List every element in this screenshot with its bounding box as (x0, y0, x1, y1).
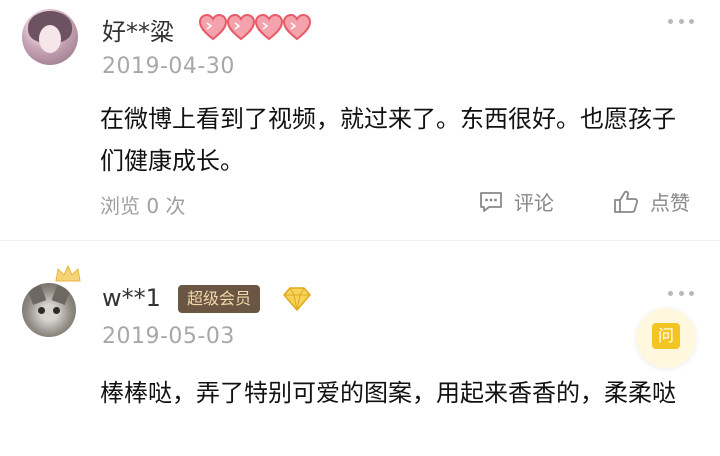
comment-icon (480, 191, 502, 212)
ask-icon: 问 (652, 323, 680, 349)
thumbs-up-icon (614, 190, 639, 213)
crown-icon (55, 264, 81, 282)
rating-hearts (198, 13, 312, 41)
like-button[interactable]: 点赞 (612, 187, 690, 216)
more-options-button[interactable] (668, 19, 694, 27)
comment-button[interactable]: 评论 (478, 187, 554, 216)
more-options-button[interactable] (668, 291, 694, 299)
heart-icon (198, 13, 228, 41)
avatar[interactable] (22, 9, 78, 65)
heart-icon (226, 13, 256, 41)
diamond-icon (283, 287, 311, 311)
avatar-eye (38, 307, 45, 314)
dot (678, 19, 684, 24)
comment-date: 2019-05-03 (102, 324, 235, 349)
avatar[interactable] (22, 283, 76, 337)
dot (668, 291, 673, 296)
avatar-ear (27, 285, 47, 305)
avatar-ear (51, 285, 71, 305)
dot (689, 19, 694, 24)
username: 好**粱 (102, 18, 174, 46)
heart-icon (282, 13, 312, 41)
comment-item: 好**粱 2019-04-30 在微博上看到了视频，就过来了。东西很好。也愿孩子… (0, 0, 720, 240)
like-button-label: 点赞 (650, 191, 690, 215)
username: w**1 (102, 284, 161, 312)
comment-date: 2019-04-30 (102, 54, 235, 79)
view-count: 浏览 0 次 (100, 194, 186, 218)
avatar-face (39, 25, 61, 53)
dot (689, 291, 694, 296)
vip-badge: 超级会员 (178, 285, 261, 313)
heart-icon (254, 13, 284, 41)
comment-button-label: 评论 (514, 191, 554, 215)
dot (668, 19, 673, 24)
comment-text: 棒棒哒，弄了特别可爱的图案，用起来香香的，柔柔哒 (100, 379, 676, 407)
avatar-eye (53, 307, 60, 314)
dot (678, 291, 684, 296)
comment-text: 在微博上看到了视频，就过来了。东西很好。也愿孩子们健康成长。 (100, 105, 676, 175)
ask-button[interactable]: 问 (636, 308, 696, 368)
